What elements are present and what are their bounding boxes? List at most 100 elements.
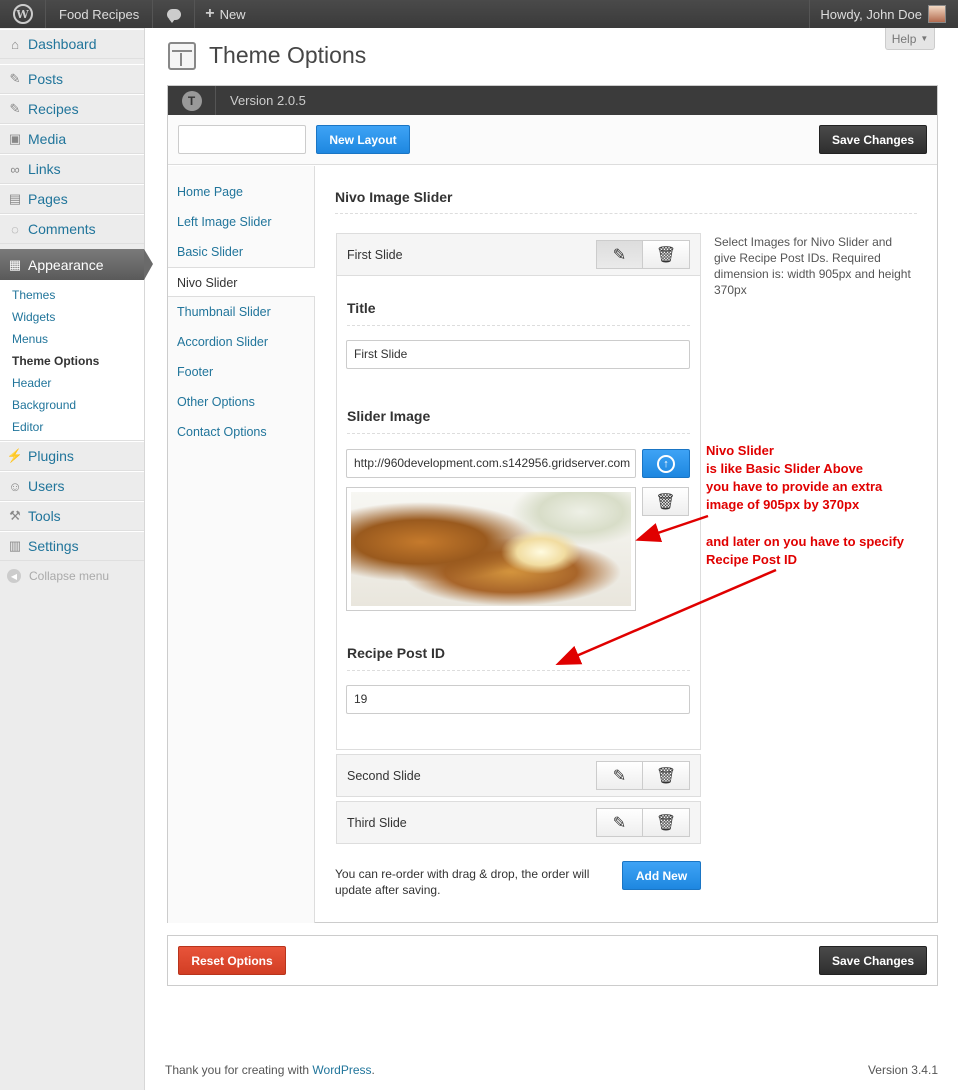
tab-thumbnail-slider[interactable]: Thumbnail Slider: [168, 297, 314, 327]
page-title: Theme Options: [209, 42, 367, 68]
submenu-menus[interactable]: Menus: [0, 328, 144, 350]
slide-item[interactable]: First Slide ✎ 🗑 Title First Slide Slider…: [336, 233, 701, 750]
menu-users[interactable]: ☺ Users: [0, 471, 144, 501]
slide-header: Third Slide ✎ 🗑: [337, 802, 700, 843]
submenu-editor[interactable]: Editor: [0, 416, 144, 438]
site-name-link[interactable]: Food Recipes: [46, 0, 154, 28]
tab-accordion-slider[interactable]: Accordion Slider: [168, 327, 314, 357]
delete-slide-button[interactable]: 🗑: [643, 808, 690, 837]
media-icon: ▣: [8, 131, 22, 146]
wordpress-link[interactable]: WordPress: [312, 1063, 371, 1077]
admin-sidebar: ⌂ Dashboard ✎ Posts ✎ Recipes ▣ Media ∞ …: [0, 28, 153, 1090]
pin-icon: ✎: [9, 71, 21, 86]
field-divider: [347, 433, 690, 434]
menu-label: Users: [28, 478, 65, 494]
menu-appearance[interactable]: ▦ Appearance: [0, 249, 153, 280]
slide-item[interactable]: Third Slide ✎ 🗑: [336, 801, 701, 844]
panel-header: T Version 2.0.5: [168, 86, 937, 115]
comment-icon: ◌: [11, 221, 19, 237]
menu-plugins[interactable]: ⚡ Plugins: [0, 441, 144, 471]
menu-dashboard[interactable]: ⌂ Dashboard: [0, 29, 144, 59]
delete-slide-button[interactable]: 🗑: [643, 761, 690, 790]
annotation-line: you have to provide an extra: [706, 479, 883, 494]
menu-label: Dashboard: [28, 36, 97, 52]
food-photo-image: [351, 492, 631, 606]
submenu-widgets[interactable]: Widgets: [0, 306, 144, 328]
recipe-post-id-label: Recipe Post ID: [347, 645, 446, 661]
collapse-menu-button[interactable]: ◀ Collapse menu: [0, 561, 144, 591]
edit-slide-button[interactable]: ✎: [596, 240, 643, 269]
slider-image-url-input[interactable]: http://960development.com.s142956.gridse…: [346, 449, 636, 478]
annotation-line: image of 905px by 370px: [706, 497, 860, 512]
tab-home-page[interactable]: Home Page: [168, 177, 314, 207]
footer-left: Thank you for creating with WordPress.: [165, 1063, 375, 1077]
tab-left-image-slider[interactable]: Left Image Slider: [168, 207, 314, 237]
tab-footer[interactable]: Footer: [168, 357, 314, 387]
menu-tools[interactable]: ⚒ Tools: [0, 501, 144, 531]
reset-options-button[interactable]: Reset Options: [178, 946, 286, 975]
panel-toolbar: New Layout Save Changes: [168, 115, 937, 165]
delete-image-button[interactable]: 🗑: [642, 487, 689, 516]
submenu-background[interactable]: Background: [0, 394, 144, 416]
new-layout-button[interactable]: New Layout: [316, 125, 410, 154]
menu-recipes[interactable]: ✎ Recipes: [0, 94, 144, 124]
delete-slide-button[interactable]: 🗑: [643, 240, 690, 269]
save-changes-button-bottom[interactable]: Save Changes: [819, 946, 927, 975]
slide-header: Second Slide ✎ 🗑: [337, 755, 700, 796]
wordpress-logo-menu[interactable]: W: [0, 0, 46, 28]
menu-settings[interactable]: ▥ Settings: [0, 531, 144, 561]
upload-image-button[interactable]: ↑: [642, 449, 690, 478]
collapse-label: Collapse menu: [29, 569, 110, 583]
tab-nivo-slider[interactable]: Nivo Slider: [168, 267, 315, 297]
bottom-actions-bar: Reset Options Save Changes: [167, 935, 938, 986]
admin-bar: W Food Recipes + New Howdy, John Doe: [0, 0, 958, 28]
section-description: Select Images for Nivo Slider and give R…: [714, 235, 911, 297]
link-icon: ∞: [10, 161, 20, 177]
submenu-themes[interactable]: Themes: [0, 284, 144, 306]
menu-label: Pages: [28, 191, 68, 207]
tools-icon: ⚒: [9, 508, 21, 523]
menu-posts[interactable]: ✎ Posts: [0, 64, 144, 94]
new-content-menu[interactable]: + New: [195, 0, 255, 28]
annotation-line: is like Basic Slider Above: [706, 461, 864, 476]
add-new-slide-button[interactable]: Add New: [622, 861, 701, 890]
field-divider: [347, 670, 690, 671]
trash-icon: 🗑: [655, 246, 677, 264]
plus-icon: +: [205, 5, 215, 22]
reorder-hint: You can re-order with drag & drop, the o…: [335, 867, 590, 897]
tab-other-options[interactable]: Other Options: [168, 387, 314, 417]
account-menu[interactable]: Howdy, John Doe: [809, 0, 958, 28]
slide-item[interactable]: Second Slide ✎ 🗑: [336, 754, 701, 797]
slide-title-input[interactable]: First Slide: [346, 340, 690, 369]
slide-header: First Slide ✎ 🗑: [337, 234, 700, 275]
menu-label: Links: [28, 161, 61, 177]
collapse-arrow-icon: ◀: [7, 569, 21, 583]
slide-name: First Slide: [347, 247, 403, 262]
field-divider: [347, 325, 690, 326]
save-changes-button[interactable]: Save Changes: [819, 125, 927, 154]
trash-icon: 🗑: [655, 493, 676, 511]
layout-name-input[interactable]: [178, 125, 306, 154]
wordpress-logo-icon: W: [12, 4, 33, 24]
tab-basic-slider[interactable]: Basic Slider: [168, 237, 314, 267]
footer-version: Version 3.4.1: [867, 1063, 938, 1077]
menu-links[interactable]: ∞ Links: [0, 154, 144, 184]
tab-contact-options[interactable]: Contact Options: [168, 417, 314, 447]
help-tab-button[interactable]: Help ▼: [885, 28, 935, 50]
section-title: Nivo Image Slider: [335, 189, 453, 205]
options-tabs: Home Page Left Image Slider Basic Slider…: [168, 166, 315, 923]
submenu-header[interactable]: Header: [0, 372, 144, 394]
submenu-theme-options[interactable]: Theme Options: [0, 350, 144, 372]
edit-slide-button[interactable]: ✎: [596, 808, 643, 837]
menu-pages[interactable]: ▤ Pages: [0, 184, 144, 214]
comments-link[interactable]: [153, 0, 196, 28]
edit-slide-button[interactable]: ✎: [596, 761, 643, 790]
annotation-note-image: Nivo Slider is like Basic Slider Above y…: [706, 442, 882, 514]
recipe-post-id-input[interactable]: 19: [346, 685, 690, 714]
greeting-text: Howdy, John Doe: [820, 6, 922, 22]
menu-media[interactable]: ▣ Media: [0, 124, 144, 154]
dashboard-icon: ⌂: [11, 36, 19, 52]
menu-comments[interactable]: ◌ Comments: [0, 214, 144, 244]
chevron-down-icon: ▼: [920, 34, 929, 43]
version-label: Version 2.0.5: [230, 93, 306, 108]
